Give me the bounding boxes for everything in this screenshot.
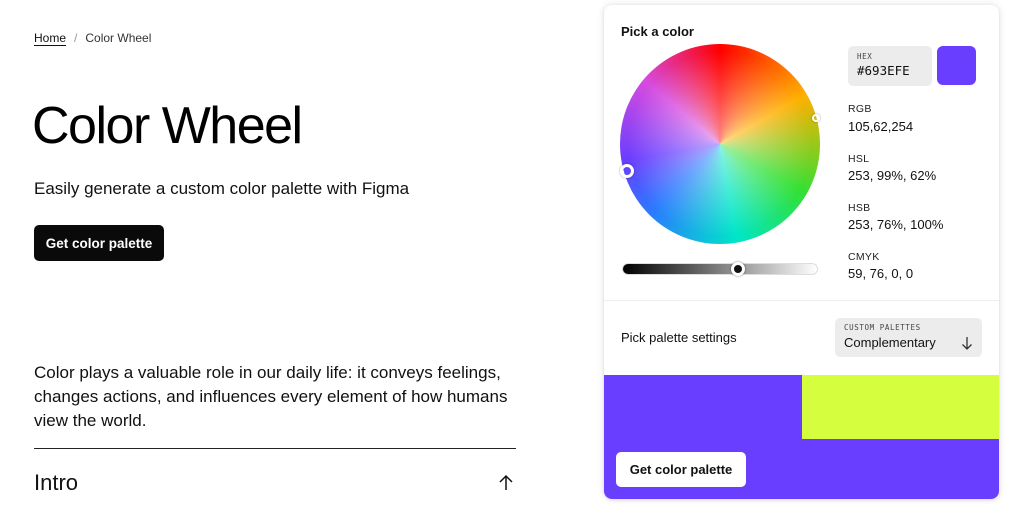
custom-palettes-label: CUSTOM PALETTES [844,323,921,332]
intro-accordion-header[interactable]: Intro [34,466,516,500]
breadcrumb-home-link[interactable]: Home [34,31,66,45]
hsl-value: 253, 99%, 62% [848,168,937,183]
palette-settings-label: Pick palette settings [621,330,737,345]
hex-field[interactable]: HEX #693EFE [848,46,932,86]
palette-swatch-complement [802,375,999,439]
rgb-label: RGB [848,103,872,115]
get-color-palette-button[interactable]: Get color palette [34,225,164,261]
color-picker-card: Pick a color HEX #693EFE RGB 105,62,254 … [604,5,999,499]
hsb-value: 253, 76%, 100% [848,217,944,232]
arrow-down-icon [962,337,972,350]
accordion-title: Intro [34,470,79,495]
card-get-color-palette-button[interactable]: Get color palette [616,452,746,487]
hsl-label: HSL [848,153,870,165]
cmyk-value: 59, 76, 0, 0 [848,266,914,281]
card-divider [604,300,999,301]
color-wheel[interactable] [620,44,820,244]
hex-value[interactable]: #693EFE [857,63,923,78]
section-divider [34,448,516,449]
custom-palettes-select[interactable]: CUSTOM PALETTES Complementary [835,318,982,357]
page-title: Color Wheel [32,97,303,155]
cmyk-label: CMYK [848,251,880,263]
page-subtitle: Easily generate a custom color palette w… [34,179,410,198]
brightness-slider-thumb[interactable] [731,262,745,276]
intro-paragraph: Color plays a valuable role in our daily… [34,363,508,430]
custom-palettes-value: Complementary [844,335,936,350]
breadcrumb-separator: / [74,31,78,45]
rgb-value: 105,62,254 [848,119,914,134]
color-wheel-secondary-handle[interactable] [812,114,820,122]
picker-heading: Pick a color [621,24,694,39]
hex-label: HEX [857,52,873,61]
color-wheel-disc[interactable] [620,44,820,244]
color-wheel-handle[interactable] [620,164,634,178]
breadcrumb-current: Color Wheel [85,31,152,45]
brightness-slider[interactable] [622,262,818,276]
hsb-label: HSB [848,202,871,214]
breadcrumb: Home / Color Wheel [34,31,151,45]
color-swatch [937,46,976,85]
arrow-up-icon[interactable] [496,473,516,493]
